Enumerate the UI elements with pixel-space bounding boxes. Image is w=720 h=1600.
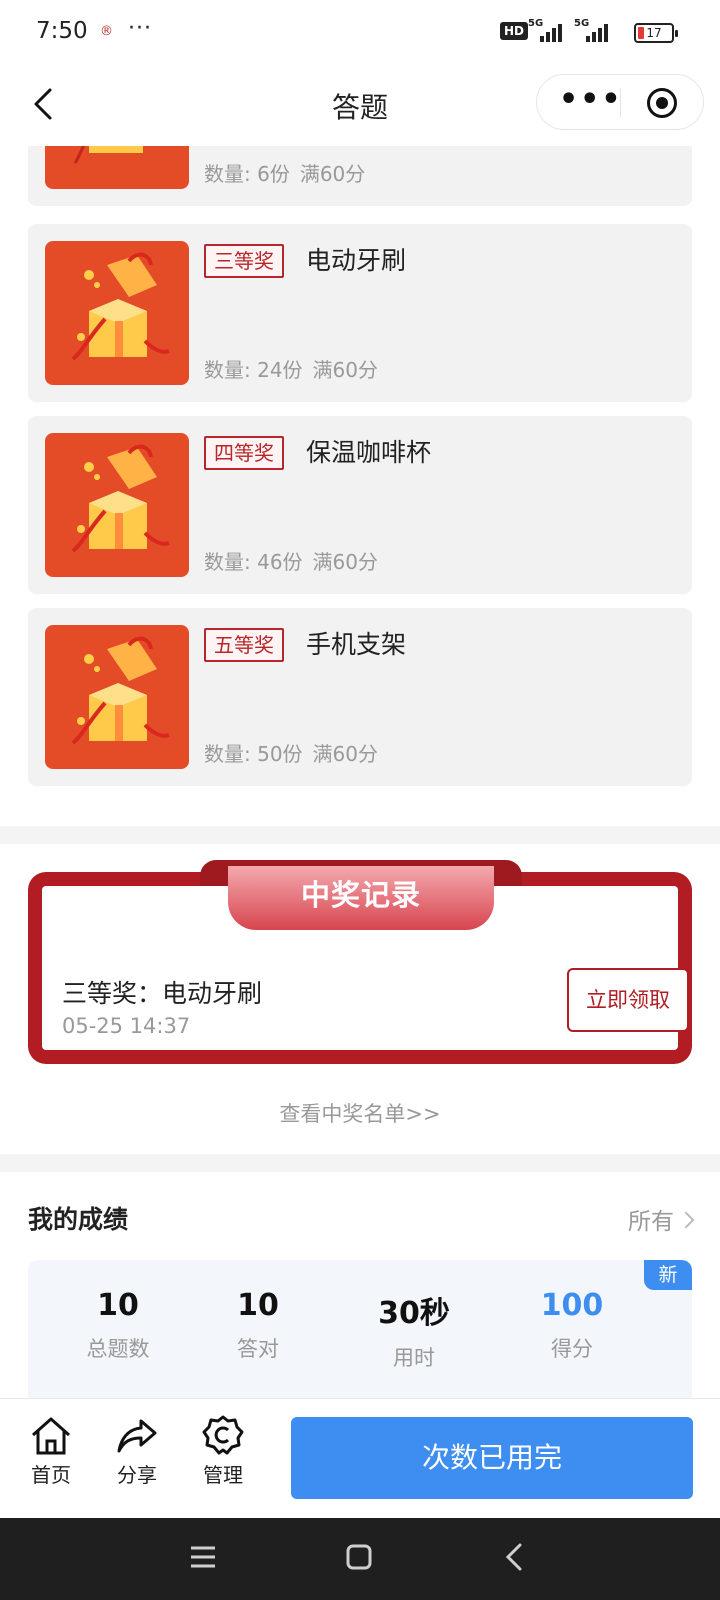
status-time: 7:50: [36, 18, 88, 44]
stat-total-questions: 10 总题数: [48, 1288, 188, 1363]
prize-tier-badge: 三等奖: [204, 244, 284, 278]
section-divider: [0, 826, 720, 844]
stat-correct: 10 答对: [188, 1288, 328, 1363]
battery-level: 17: [646, 26, 662, 40]
records-ribbon-title: 中奖记录: [228, 866, 494, 930]
sim1-label: 5G: [528, 18, 544, 29]
gift-box-icon: [45, 433, 189, 577]
score-card[interactable]: 新 10 总题数 10 答对 30秒 用时 100 得分: [28, 1260, 692, 1410]
prize-card[interactable]: 五等奖 手机支架 数量: 50份 满60分: [28, 608, 692, 786]
claim-button[interactable]: 立即领取: [567, 968, 689, 1032]
prize-list: 数量: 6份 满60分 三等奖 电动牙刷 数量: 24份 满60分 四等奖 保温…: [0, 146, 720, 826]
stat-time-used: 30秒 用时: [344, 1288, 484, 1372]
prize-meta: 数量: 50份 满60分: [204, 738, 388, 767]
prize-threshold: 满60分: [312, 742, 378, 766]
prize-threshold: 满60分: [312, 550, 378, 574]
stat-label: 答对: [237, 1337, 279, 1361]
view-winners-link[interactable]: 查看中奖名单>>: [0, 1098, 720, 1128]
signal-icon-sim2: 5G: [574, 18, 614, 44]
prize-name: 保温咖啡杯: [306, 438, 432, 467]
prize-meta: 数量: 24份 满60分: [204, 354, 388, 383]
hd-badge: HD: [500, 22, 529, 40]
prize-card[interactable]: 三等奖 电动牙刷 数量: 24份 满60分: [28, 224, 692, 402]
prize-card[interactable]: 四等奖 保温咖啡杯 数量: 46份 满60分: [28, 416, 692, 594]
home-tab[interactable]: 首页: [16, 1413, 86, 1488]
stat-value: 100: [540, 1288, 604, 1323]
all-scores-link[interactable]: 所有: [628, 1202, 695, 1236]
stat-label: 用时: [393, 1346, 435, 1370]
nav-bar: 答题 •••: [0, 66, 720, 146]
prize-meta: 数量: 6份 满60分: [204, 158, 375, 187]
manage-label: 管理: [203, 1463, 243, 1487]
winning-records-section: 中奖记录 三等奖：电动牙刷 05-25 14:37 立即领取 查看中奖名单>>: [0, 844, 720, 1154]
prize-tier-badge: 五等奖: [204, 628, 284, 662]
stat-score: 100 得分: [502, 1288, 642, 1363]
prize-tier-badge: 四等奖: [204, 436, 284, 470]
home-icon: [32, 1417, 70, 1455]
attempts-used-button[interactable]: 次数已用完: [291, 1417, 693, 1499]
menu-icon[interactable]: [188, 1542, 218, 1576]
record-time: 05-25 14:37: [62, 1014, 191, 1038]
sim2-label: 5G: [574, 18, 590, 29]
share-tab[interactable]: 分享: [102, 1413, 172, 1488]
records-frame: 中奖记录 三等奖：电动牙刷 05-25 14:37 立即领取: [28, 860, 692, 1064]
signal-icon-sim1: 5G: [528, 18, 568, 44]
scores-heading: 我的成绩: [28, 1205, 129, 1234]
bottom-action-bar: 首页 分享 管理 次数已用完: [0, 1398, 720, 1518]
share-label: 分享: [117, 1463, 157, 1487]
gift-box-icon: [45, 146, 189, 189]
manage-tab[interactable]: 管理: [188, 1413, 258, 1488]
home-label: 首页: [31, 1463, 71, 1487]
stat-value: 10: [97, 1288, 139, 1323]
more-notifications-icon: ···: [128, 16, 152, 41]
prize-quantity: 数量: 6份: [204, 162, 290, 186]
square-icon[interactable]: [344, 1542, 374, 1576]
gift-box-icon: [45, 625, 189, 769]
prize-quantity: 数量: 50份: [204, 742, 303, 766]
prize-quantity: 数量: 46份: [204, 550, 303, 574]
status-bar: 7:50 ® ··· HD 5G 5G 17: [0, 0, 720, 66]
gift-box-icon: [45, 241, 189, 385]
mini-program-capsule: •••: [536, 74, 704, 130]
system-navigation-bar: [0, 1518, 720, 1600]
more-icon[interactable]: •••: [559, 75, 621, 131]
gear-icon: [202, 1415, 244, 1455]
section-divider: [0, 1154, 720, 1172]
close-target-icon[interactable]: [647, 88, 677, 118]
record-prize: 三等奖：电动牙刷: [62, 979, 263, 1008]
prize-card: 数量: 6份 满60分: [28, 146, 692, 206]
prize-threshold: 满60分: [299, 162, 366, 186]
prize-threshold: 满60分: [312, 358, 378, 382]
app-notification-icon: ®: [100, 24, 113, 39]
chevron-right-icon: [677, 1211, 695, 1229]
stat-value: 10: [237, 1288, 279, 1323]
stat-value: 30秒: [378, 1296, 450, 1331]
spacer: [0, 206, 720, 224]
prize-quantity: 数量: 24份: [204, 358, 303, 382]
stat-label: 得分: [551, 1337, 593, 1361]
capsule-divider: [620, 89, 621, 117]
prize-meta: 数量: 46份 满60分: [204, 546, 388, 575]
new-badge: 新: [644, 1260, 692, 1290]
my-scores-section: 我的成绩 所有 新 10 总题数 10 答对 30秒 用时 100 得分: [0, 1172, 720, 1410]
prize-name: 手机支架: [306, 630, 407, 659]
stat-label: 总题数: [86, 1337, 150, 1361]
battery-icon: 17: [634, 23, 678, 43]
all-scores-label: 所有: [628, 1209, 674, 1235]
share-icon: [117, 1419, 157, 1453]
prize-name: 电动牙刷: [306, 246, 407, 275]
triangle-back-icon[interactable]: [500, 1542, 530, 1576]
